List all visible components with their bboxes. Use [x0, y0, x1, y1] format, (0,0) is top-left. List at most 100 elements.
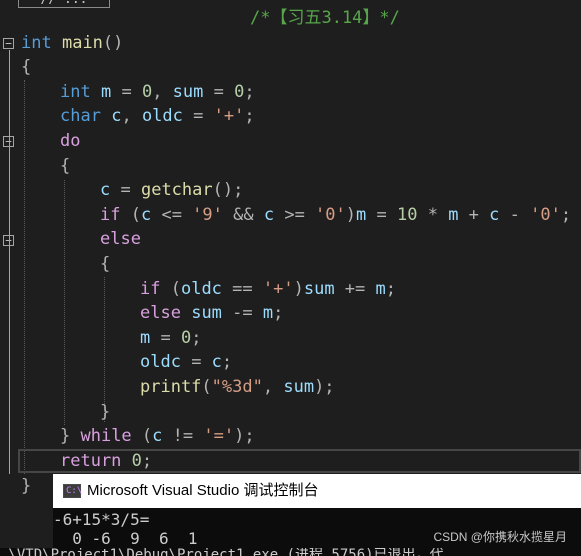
code-token: '9': [192, 204, 223, 225]
code-token: c: [211, 352, 222, 373]
code-line: m = 0;: [140, 326, 201, 351]
code-line: printf("%3d", sum);: [140, 375, 335, 400]
code-token: m: [448, 204, 459, 225]
code-token: (: [131, 426, 153, 447]
code-line: {: [60, 154, 70, 179]
code-token: +: [458, 204, 490, 225]
code-token: '+': [262, 278, 294, 299]
code-token: <=: [151, 204, 193, 225]
code-token: ();: [212, 180, 244, 201]
code-token: sum: [172, 81, 204, 102]
code-token: 0: [234, 81, 245, 102]
code-token: &&: [222, 204, 264, 225]
code-token: c: [489, 204, 500, 225]
code-token: if: [140, 278, 161, 299]
code-token: {: [60, 155, 71, 176]
code-token: =: [180, 352, 212, 373]
code-token: oldc: [140, 352, 181, 373]
code-token: sum: [303, 278, 335, 299]
code-token: );: [314, 377, 335, 397]
code-token: (): [102, 32, 124, 53]
code-token: do: [60, 131, 81, 151]
code-token: =: [182, 106, 214, 127]
fold-line: [9, 50, 10, 474]
code-token: *: [417, 204, 449, 225]
code-line: int main(): [21, 31, 123, 56]
code-token: );: [234, 426, 255, 447]
code-token: ;: [560, 204, 572, 225]
code-line: if (oldc == '+')sum += m;: [140, 277, 396, 302]
code-token: ;: [141, 450, 153, 471]
code-token: else: [140, 303, 181, 324]
code-token: ;: [191, 327, 202, 348]
code-token: (: [201, 377, 212, 397]
code-token: ;: [273, 303, 284, 324]
console-app-icon: C:\: [63, 484, 82, 498]
code-token: "%3d": [211, 377, 263, 397]
code-editor[interactable]: // ... − − − /*【习五3.14】*/int main(){int …: [0, 0, 581, 474]
code-line: {: [100, 252, 110, 277]
code-token: c: [111, 106, 122, 127]
code-token: {: [21, 57, 32, 78]
console-input-line: -6+15*3/5=: [53, 510, 150, 529]
code-line: }: [21, 476, 32, 496]
code-token: c: [263, 204, 275, 225]
code-token: '0': [315, 204, 346, 225]
code-token: m: [100, 81, 112, 102]
code-token: =: [366, 204, 397, 225]
code-token: (: [160, 278, 181, 299]
code-token: ;: [385, 278, 397, 299]
code-token: c: [100, 180, 111, 201]
code-token: }: [100, 401, 111, 422]
code-token: if: [100, 204, 121, 225]
code-token: ): [293, 278, 304, 299]
code-token: 0: [180, 327, 192, 348]
code-token: =: [150, 327, 181, 348]
indent-guide: [64, 180, 65, 425]
code-token: while: [80, 426, 132, 447]
code-token: 0: [141, 81, 153, 102]
watermark: CSDN @你携秋水揽星月: [433, 530, 567, 544]
code-token: '0': [530, 204, 561, 225]
code-token: oldc: [180, 278, 222, 299]
code-token: int: [60, 81, 91, 102]
code-line: else sum -= m;: [140, 301, 283, 326]
code-line: oldc = c;: [140, 350, 232, 375]
code-token: ,: [152, 81, 173, 102]
console-titlebar[interactable]: C:\ Microsoft Visual Studio 调试控制台: [53, 474, 581, 508]
editor-gutter-continuation: }: [0, 474, 53, 556]
code-token: '+': [213, 106, 245, 127]
code-token: =: [110, 180, 141, 201]
code-token: {: [100, 254, 111, 274]
collapsed-region-hint[interactable]: // ...: [18, 0, 110, 8]
code-token: m: [356, 204, 367, 225]
code-token: =: [111, 81, 142, 102]
code-token: getchar: [140, 180, 213, 201]
code-token: m: [375, 278, 386, 299]
code-token: ;: [244, 106, 255, 127]
code-line: else: [100, 227, 141, 252]
code-line: /*【习五3.14】*/: [250, 6, 400, 31]
code-token: return: [60, 450, 122, 471]
code-token: -: [499, 204, 531, 225]
code-token: /*【习五3.14】*/: [250, 8, 400, 28]
code-line: }: [100, 400, 110, 425]
code-token: ): [345, 204, 357, 225]
code-token: ,: [262, 377, 284, 397]
code-line: c = getchar();: [100, 178, 243, 203]
code-line: return 0;: [60, 449, 152, 474]
code-token: 10: [396, 204, 418, 225]
code-token: else: [100, 229, 141, 250]
code-line: {: [21, 55, 31, 80]
indent-guide: [24, 80, 25, 474]
code-token: -=: [221, 303, 263, 324]
fold-toggle-main-icon[interactable]: −: [3, 38, 14, 49]
code-token: ==: [221, 278, 263, 299]
code-token: ,: [121, 106, 142, 127]
code-token: sum: [283, 377, 315, 397]
code-token: int: [21, 32, 52, 53]
